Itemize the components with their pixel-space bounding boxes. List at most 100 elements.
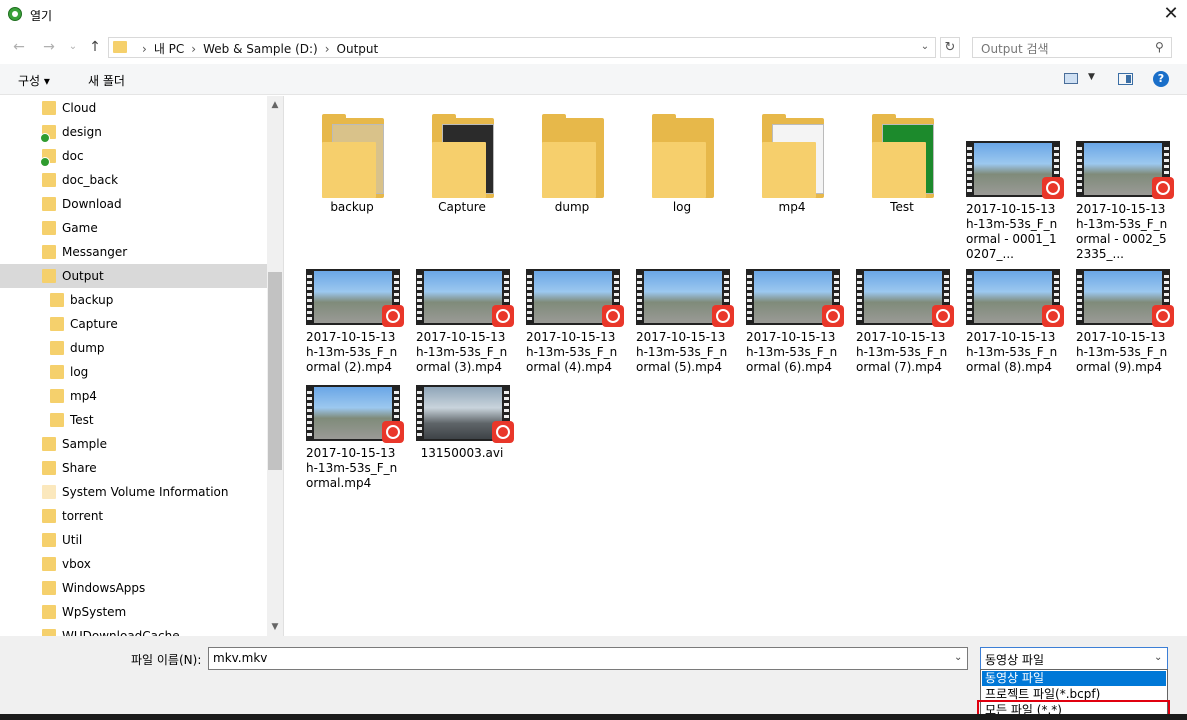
refresh-button[interactable]: ↻: [940, 37, 960, 58]
tree-item-label: Share: [62, 461, 97, 475]
folder-icon: [652, 114, 714, 198]
tree-item[interactable]: vbox: [0, 552, 267, 576]
chevron-down-icon[interactable]: ⌄: [954, 652, 962, 663]
folder-item[interactable]: mp4: [740, 106, 844, 216]
up-button[interactable]: ↑: [86, 38, 104, 56]
video-file-item[interactable]: 2017-10-15-13h-13m-53s_F_normal (4).mp4: [520, 232, 624, 374]
item-name: log: [672, 200, 692, 214]
folder-item[interactable]: dump: [520, 106, 624, 216]
chevron-down-icon[interactable]: ⌄: [1154, 652, 1162, 663]
tree-item-label: log: [70, 365, 89, 379]
video-player-badge-icon: [492, 305, 514, 327]
back-button[interactable]: ←: [10, 38, 28, 56]
tree-item[interactable]: Share: [0, 456, 267, 480]
tree-item-label: Download: [62, 197, 122, 211]
video-file-item[interactable]: 13150003.avi: [410, 348, 514, 464]
tree-item-label: backup: [70, 293, 114, 307]
tree-item[interactable]: WUDownloadCache: [0, 624, 267, 636]
tree-item[interactable]: design: [0, 120, 267, 144]
tree-item-label: System Volume Information: [62, 485, 229, 499]
tree-item[interactable]: backup: [0, 288, 267, 312]
video-file-item[interactable]: 2017-10-15-13h-13m-53s_F_normal - 0002_5…: [1070, 106, 1174, 261]
tree-item-label: torrent: [62, 509, 104, 523]
folder-icon: [50, 389, 64, 403]
navigation-tree[interactable]: Cloud design doc doc_back Download Game Messan…: [0, 96, 284, 636]
folder-icon: [42, 221, 56, 235]
video-file-item[interactable]: 2017-10-15-13h-13m-53s_F_normal (8).mp4: [960, 232, 1064, 374]
tree-item[interactable]: torrent: [0, 504, 267, 528]
chevron-down-icon[interactable]: ▼: [1088, 72, 1095, 82]
breadcrumb-item[interactable]: 내 PC: [154, 42, 184, 56]
sync-check-icon: [40, 133, 50, 143]
scrollbar-thumb[interactable]: [268, 272, 282, 470]
tree-item[interactable]: Download: [0, 192, 267, 216]
item-name: 2017-10-15-13h-13m-53s_F_normal (7).mp4: [856, 330, 948, 374]
folder-item[interactable]: Test: [850, 106, 954, 216]
forward-button[interactable]: →: [40, 38, 58, 56]
tree-item[interactable]: Test: [0, 408, 267, 432]
close-button[interactable]: ✕: [1160, 3, 1182, 25]
file-type-select[interactable]: 동영상 파일: [980, 647, 1168, 670]
breadcrumb-item[interactable]: Output: [337, 42, 379, 56]
video-file-item[interactable]: 2017-10-15-13h-13m-53s_F_normal (6).mp4: [740, 232, 844, 374]
help-icon[interactable]: ?: [1153, 71, 1169, 87]
folder-item[interactable]: backup: [300, 106, 404, 216]
tree-item[interactable]: WindowsApps: [0, 576, 267, 600]
tree-item[interactable]: Util: [0, 528, 267, 552]
file-list[interactable]: backup Capture dump log mp4 Test 2017-10-15-13…: [286, 96, 1187, 636]
tree-item[interactable]: System Volume Information: [0, 480, 267, 504]
tree-item[interactable]: doc: [0, 144, 267, 168]
filename-label: 파일 이름(N):: [131, 653, 202, 667]
folder-icon: [42, 533, 56, 547]
item-name: 2017-10-15-13h-13m-53s_F_normal (6).mp4: [746, 330, 838, 374]
tree-item-label: dump: [70, 341, 105, 355]
tree-item[interactable]: Messanger: [0, 240, 267, 264]
tree-item[interactable]: doc_back: [0, 168, 267, 192]
video-file-item[interactable]: 2017-10-15-13h-13m-53s_F_normal (2).mp4: [300, 232, 404, 374]
tree-item[interactable]: WpSystem: [0, 600, 267, 624]
tree-item[interactable]: dump: [0, 336, 267, 360]
command-bar: 구성 ▾ 새 폴더 ▼ ?: [0, 64, 1187, 95]
video-file-item[interactable]: 2017-10-15-13h-13m-53s_F_normal (5).mp4: [630, 232, 734, 374]
video-file-item[interactable]: 2017-10-15-13h-13m-53s_F_normal.mp4: [300, 348, 404, 490]
preview-pane-icon[interactable]: [1118, 73, 1133, 85]
folder-icon: [42, 269, 56, 283]
view-options-icon[interactable]: [1064, 73, 1078, 84]
scroll-down-icon[interactable]: ▼: [267, 618, 283, 636]
tree-item[interactable]: Capture: [0, 312, 267, 336]
tree-item-label: WpSystem: [62, 605, 127, 619]
tree-item[interactable]: mp4: [0, 384, 267, 408]
tree-item-label: WindowsApps: [62, 581, 146, 595]
breadcrumb-item[interactable]: Web & Sample (D:): [203, 42, 318, 56]
folder-icon: [322, 114, 384, 198]
tree-item[interactable]: Output: [0, 264, 267, 288]
tree-item[interactable]: Cloud: [0, 96, 267, 120]
video-file-item[interactable]: 2017-10-15-13h-13m-53s_F_normal (7).mp4: [850, 232, 954, 374]
video-file-item[interactable]: 2017-10-15-13h-13m-53s_F_normal (3).mp4: [410, 232, 514, 374]
video-file-item[interactable]: 2017-10-15-13h-13m-53s_F_normal - 0001_1…: [960, 106, 1064, 261]
address-bar[interactable]: › 내 PC › Web & Sample (D:) › Output: [108, 37, 936, 58]
folder-icon: [42, 173, 56, 187]
item-name: 2017-10-15-13h-13m-53s_F_normal (9).mp4: [1076, 330, 1168, 374]
folder-icon: [42, 605, 56, 619]
filename-field[interactable]: mkv.mkv: [208, 647, 968, 670]
folder-icon: [42, 245, 56, 259]
scroll-up-icon[interactable]: ▲: [267, 96, 283, 114]
folder-icon: [872, 114, 934, 198]
tree-item[interactable]: Game: [0, 216, 267, 240]
tree-item[interactable]: log: [0, 360, 267, 384]
organize-menu-button[interactable]: 구성 ▾: [18, 72, 50, 89]
tree-item[interactable]: Sample: [0, 432, 267, 456]
chevron-down-icon[interactable]: ⌄: [918, 41, 932, 55]
filename-value: mkv.mkv: [213, 651, 268, 665]
folder-item[interactable]: log: [630, 106, 734, 216]
folder-icon: [42, 437, 56, 451]
file-type-option[interactable]: 동영상 파일: [982, 671, 1166, 686]
recent-locations-button[interactable]: ⌄: [64, 38, 82, 56]
video-file-item[interactable]: 2017-10-15-13h-13m-53s_F_normal (9).mp4: [1070, 232, 1174, 374]
tree-item-label: Sample: [62, 437, 107, 451]
folder-item[interactable]: Capture: [410, 106, 514, 216]
new-folder-button[interactable]: 새 폴더: [88, 72, 125, 89]
tree-item-label: mp4: [70, 389, 97, 403]
search-input[interactable]: Output 검색 ⚲: [972, 37, 1172, 58]
